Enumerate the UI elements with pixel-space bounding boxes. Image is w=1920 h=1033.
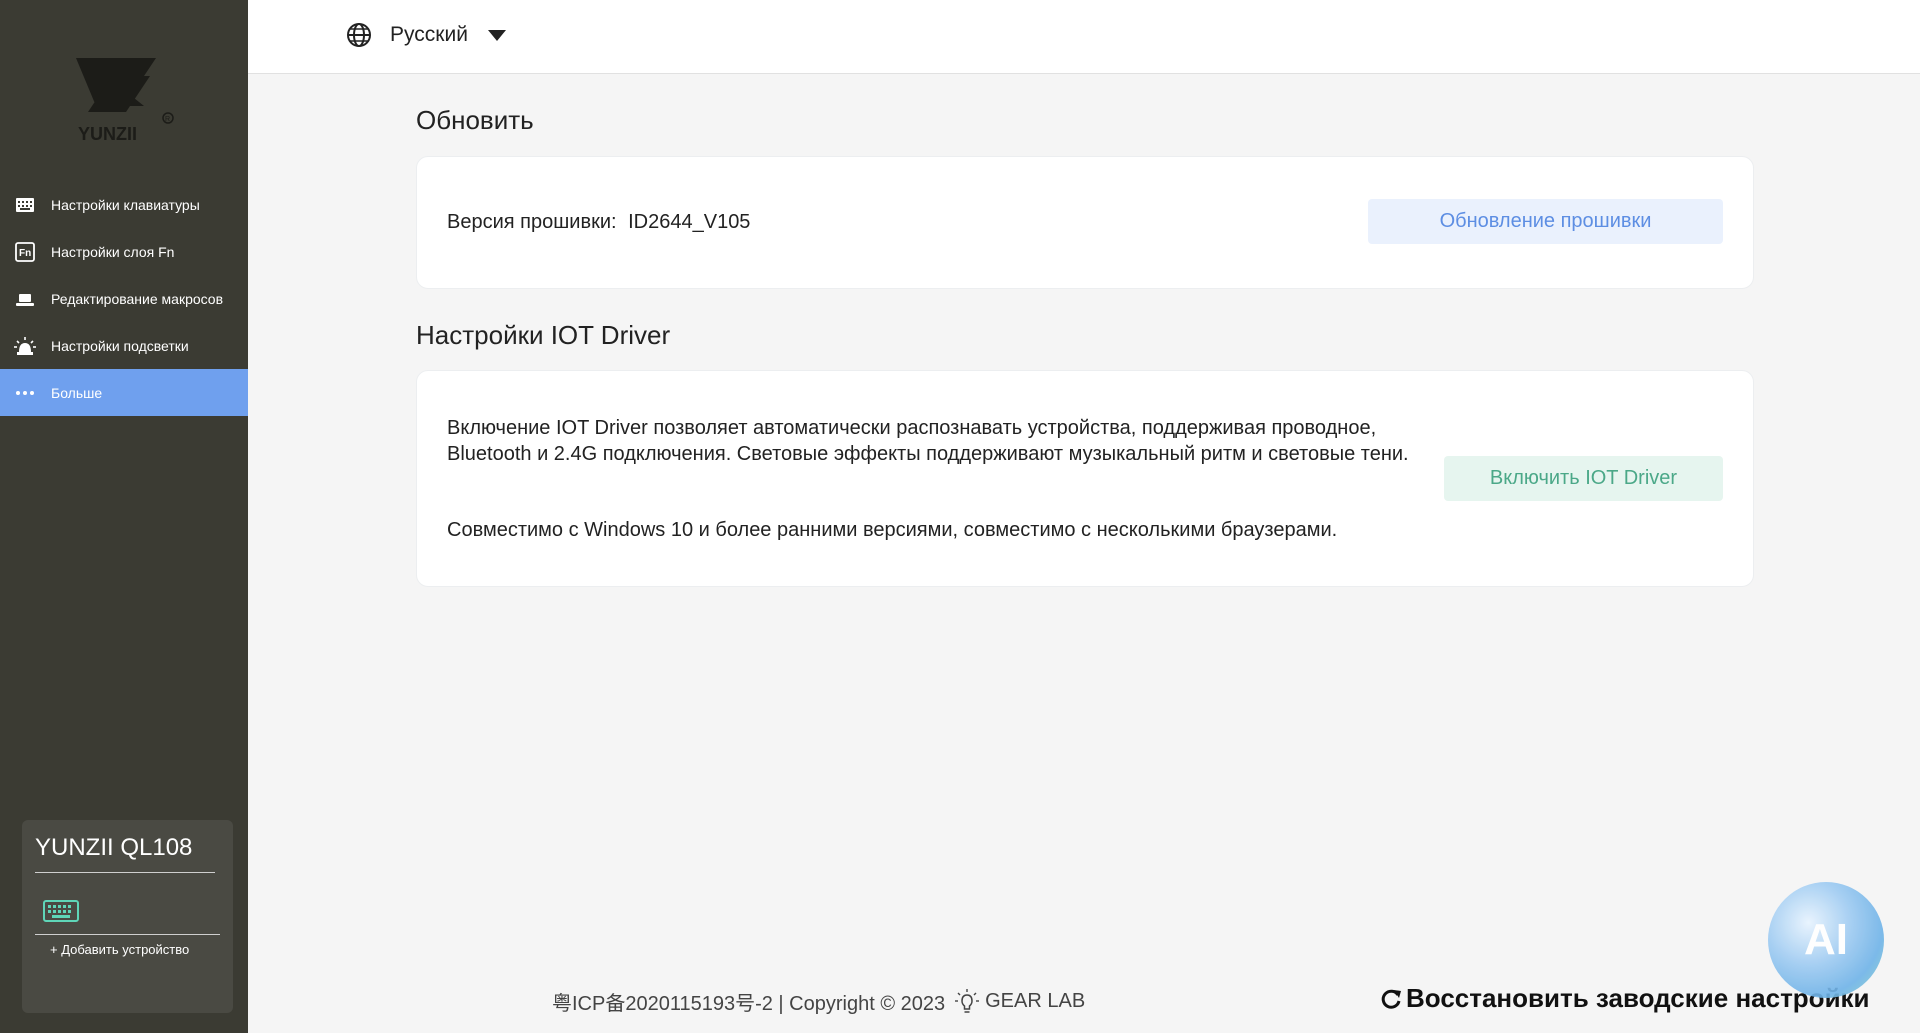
firmware-label: Версия прошивки:	[447, 211, 617, 233]
update-section-title: Обновить	[416, 105, 534, 135]
device-card: YUNZII QL108 + Добавить устройство	[22, 820, 233, 1013]
device-name[interactable]: YUNZII QL108	[35, 834, 215, 873]
divider	[35, 934, 220, 935]
more-icon	[14, 382, 36, 404]
language-selector[interactable]: Русский	[346, 22, 506, 48]
top-bar: Русский	[248, 0, 1920, 74]
firmware-update-button[interactable]: Обновление прошивки	[1368, 199, 1723, 244]
enable-iot-driver-button[interactable]: Включить IOT Driver	[1444, 456, 1723, 501]
svg-text:R: R	[165, 116, 170, 123]
sidebar-item-label: Редактирование макросов	[51, 290, 224, 307]
svg-text:Fn: Fn	[19, 248, 31, 259]
sidebar-item-macro[interactable]: Редактирование макросов	[0, 275, 248, 322]
sidebar-nav: Настройки клавиатуры Fn Настройки слоя F…	[0, 181, 248, 416]
iot-section-title: Настройки IOT Driver	[416, 320, 671, 350]
refresh-icon	[1381, 989, 1401, 1009]
firmware-card: Версия прошивки: ID2644_V105 Обновление …	[416, 156, 1754, 289]
sidebar-item-label: Настройки подсветки	[51, 337, 189, 354]
footer-brand: GEAR LAB	[985, 990, 1086, 1012]
iot-card: Включение IOT Driver позволяет автоматич…	[416, 370, 1754, 587]
lightbulb-icon	[955, 988, 980, 1013]
footer: 粤ICP备2020115193号-2 | Copyright © 2023 GE…	[552, 987, 1085, 1016]
sidebar-item-fn-layer[interactable]: Fn Настройки слоя Fn	[0, 228, 248, 275]
sidebar-item-more[interactable]: Больше	[0, 369, 248, 416]
globe-icon	[347, 23, 371, 47]
add-device-button[interactable]: + Добавить устройство	[50, 942, 189, 957]
light-icon	[14, 335, 36, 357]
sidebar-item-keyboard-settings[interactable]: Настройки клавиатуры	[0, 181, 248, 228]
chevron-down-icon[interactable]	[487, 29, 506, 41]
svg-text:YUNZII: YUNZII	[78, 124, 137, 144]
keyboard-icon	[14, 194, 36, 216]
yunzii-logo: YUNZII R	[76, 58, 174, 144]
sidebar-item-label: Настройки слоя Fn	[51, 243, 175, 260]
sidebar-item-label: Больше	[51, 384, 103, 401]
macro-icon	[14, 288, 36, 310]
iot-compatibility: Совместимо с Windows 10 и более ранними …	[447, 519, 1338, 541]
iot-description: Включение IOT Driver позволяет автоматич…	[447, 417, 1409, 465]
language-label: Русский	[390, 23, 468, 46]
footer-copyright[interactable]: 粤ICP备2020115193号-2 | Copyright © 2023	[552, 987, 945, 1016]
device-keyboard-icon[interactable]	[43, 899, 79, 923]
sidebar-item-label: Настройки клавиатуры	[51, 196, 200, 213]
firmware-version: Версия прошивки: ID2644_V105	[447, 211, 750, 234]
sidebar-item-lighting[interactable]: Настройки подсветки	[0, 322, 248, 369]
ai-assistant-button[interactable]: AI	[1768, 882, 1884, 998]
fn-icon: Fn	[14, 241, 36, 263]
firmware-value: ID2644_V105	[628, 211, 751, 233]
sidebar: YUNZII R Настройки клавиатуры Fn Настрой…	[0, 0, 248, 1033]
